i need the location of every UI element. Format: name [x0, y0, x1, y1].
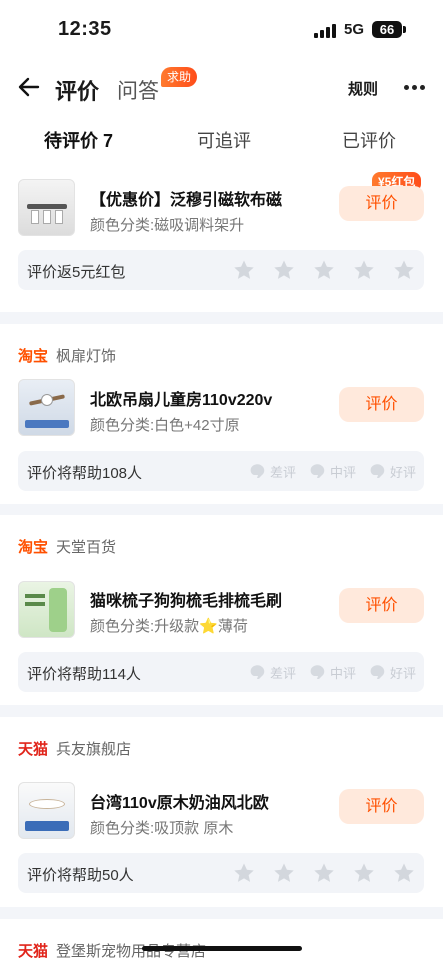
order-card: 【优惠价】泛穆引磁软布磁 颜色分类:磁吸调料架升 ¥5红包 评价 评价返5元红包: [0, 164, 443, 312]
star-icon[interactable]: [272, 861, 296, 885]
review-footer: 评价将帮助114人 差评 中评 好评: [18, 652, 424, 692]
help-badge: 求助: [161, 67, 198, 87]
nav-bar: 评价 问答 求助 规则: [0, 60, 443, 114]
good-rating-icon: [370, 464, 385, 478]
product-variant: 颜色分类:吸顶款 原木: [90, 820, 234, 837]
product-image[interactable]: [18, 379, 75, 436]
star-icon[interactable]: [312, 861, 336, 885]
tab-qa[interactable]: 问答: [117, 75, 159, 105]
footer-text: 评价返5元红包: [27, 264, 126, 281]
rating-good-label: 好评: [389, 665, 416, 681]
more-icon[interactable]: [404, 85, 426, 91]
rating-bad-label: 差评: [269, 464, 296, 480]
order-card: 淘宝 天堂百货 猫咪梳子狗狗梳毛排梳毛刷 颜色分类:升级款⭐薄荷 评价 评价将帮…: [0, 515, 443, 705]
rating-options: 差评 中评 好评: [236, 662, 416, 682]
product-title[interactable]: 猫咪梳子狗狗梳毛排梳毛刷: [90, 587, 282, 611]
neutral-rating-icon: [310, 464, 325, 478]
tab-review[interactable]: 评价: [55, 74, 99, 106]
footer-text: 评价将帮助50人: [27, 867, 134, 884]
shop-name[interactable]: 天堂百货: [56, 536, 116, 557]
rating-neutral-label: 中评: [329, 464, 356, 480]
rating-good[interactable]: 好评: [368, 461, 416, 481]
product-title[interactable]: 北欧吊扇儿童房110v220v: [90, 386, 272, 410]
product-image[interactable]: [18, 581, 75, 638]
review-button[interactable]: 评价: [339, 789, 424, 824]
product-variant: 颜色分类:磁吸调料架升: [90, 217, 245, 234]
product-image[interactable]: [18, 179, 75, 236]
rating-good[interactable]: 好评: [368, 662, 416, 682]
star-icon[interactable]: [312, 258, 336, 282]
good-rating-icon: [370, 665, 385, 679]
tmall-logo: 天猫: [18, 942, 49, 960]
rating-bad[interactable]: 差评: [248, 461, 296, 481]
shop-row[interactable]: 天猫 兵友旗舰店: [18, 737, 131, 759]
star-icon[interactable]: [352, 258, 376, 282]
rules-link[interactable]: 规则: [348, 78, 378, 99]
product-title[interactable]: 台湾110v原木奶油风北欧: [90, 789, 269, 813]
tab-followup[interactable]: 可追评: [197, 127, 251, 153]
signal-icon: [314, 24, 336, 38]
star-icon[interactable]: [392, 258, 416, 282]
bad-rating-icon: [250, 464, 265, 478]
status-time: 12:35: [58, 18, 112, 40]
footer-text: 评价将帮助114人: [27, 666, 141, 683]
shop-name[interactable]: 兵友旗舰店: [56, 738, 131, 759]
tab-reviewed[interactable]: 已评价: [342, 127, 396, 153]
order-card: 天猫 兵友旗舰店 台湾110v原木奶油风北欧 颜色分类:吸顶款 原木 评价 评价…: [0, 717, 443, 907]
review-button[interactable]: 评价: [339, 387, 424, 422]
back-arrow-icon[interactable]: [16, 74, 42, 100]
product-title[interactable]: 【优惠价】泛穆引磁软布磁: [90, 186, 282, 210]
star-rating[interactable]: [216, 861, 416, 885]
shop-row[interactable]: 淘宝 天堂百货: [18, 535, 116, 557]
taobao-logo: 淘宝: [18, 347, 49, 365]
order-card: 淘宝 枫扉灯饰 北欧吊扇儿童房110v220v 颜色分类:白色+42寸原 评价 …: [0, 324, 443, 504]
product-variant: 颜色分类:升级款⭐薄荷: [90, 618, 248, 635]
star-icon[interactable]: [232, 258, 256, 282]
rating-good-label: 好评: [389, 464, 416, 480]
battery-tip: [403, 26, 406, 33]
review-tabs: 待评价 7 可追评 已评价: [0, 114, 443, 164]
footer-text: 评价将帮助108人: [27, 465, 143, 482]
neutral-rating-icon: [310, 665, 325, 679]
review-footer: 评价将帮助108人 差评 中评 好评: [18, 451, 424, 491]
review-button[interactable]: 评价: [339, 186, 424, 221]
battery-icon: 66: [372, 21, 402, 38]
rating-options: 差评 中评 好评: [236, 461, 416, 481]
rating-neutral[interactable]: 中评: [308, 662, 356, 682]
shop-row[interactable]: 淘宝 枫扉灯饰: [18, 344, 116, 366]
bad-rating-icon: [250, 665, 265, 679]
rating-bad[interactable]: 差评: [248, 662, 296, 682]
review-footer: 评价将帮助50人: [18, 853, 424, 893]
rating-neutral[interactable]: 中评: [308, 461, 356, 481]
rating-bad-label: 差评: [269, 665, 296, 681]
star-rating[interactable]: [216, 258, 416, 282]
order-card: 天猫 登堡斯宠物用品专营店: [0, 919, 443, 960]
taobao-logo: 淘宝: [18, 538, 49, 556]
product-image[interactable]: [18, 782, 75, 839]
shop-name[interactable]: 枫扉灯饰: [56, 345, 116, 366]
status-bar: 12:35 5G 66: [0, 0, 443, 60]
review-button[interactable]: 评价: [339, 588, 424, 623]
review-footer: 评价返5元红包: [18, 250, 424, 290]
star-icon[interactable]: [392, 861, 416, 885]
star-icon[interactable]: [352, 861, 376, 885]
star-icon[interactable]: [272, 258, 296, 282]
rating-neutral-label: 中评: [329, 665, 356, 681]
tab-pending[interactable]: 待评价 7: [44, 127, 113, 153]
network-type: 5G: [344, 21, 365, 38]
tmall-logo: 天猫: [18, 740, 49, 758]
product-variant: 颜色分类:白色+42寸原: [90, 417, 240, 434]
home-indicator: [142, 946, 302, 951]
star-icon[interactable]: [232, 861, 256, 885]
